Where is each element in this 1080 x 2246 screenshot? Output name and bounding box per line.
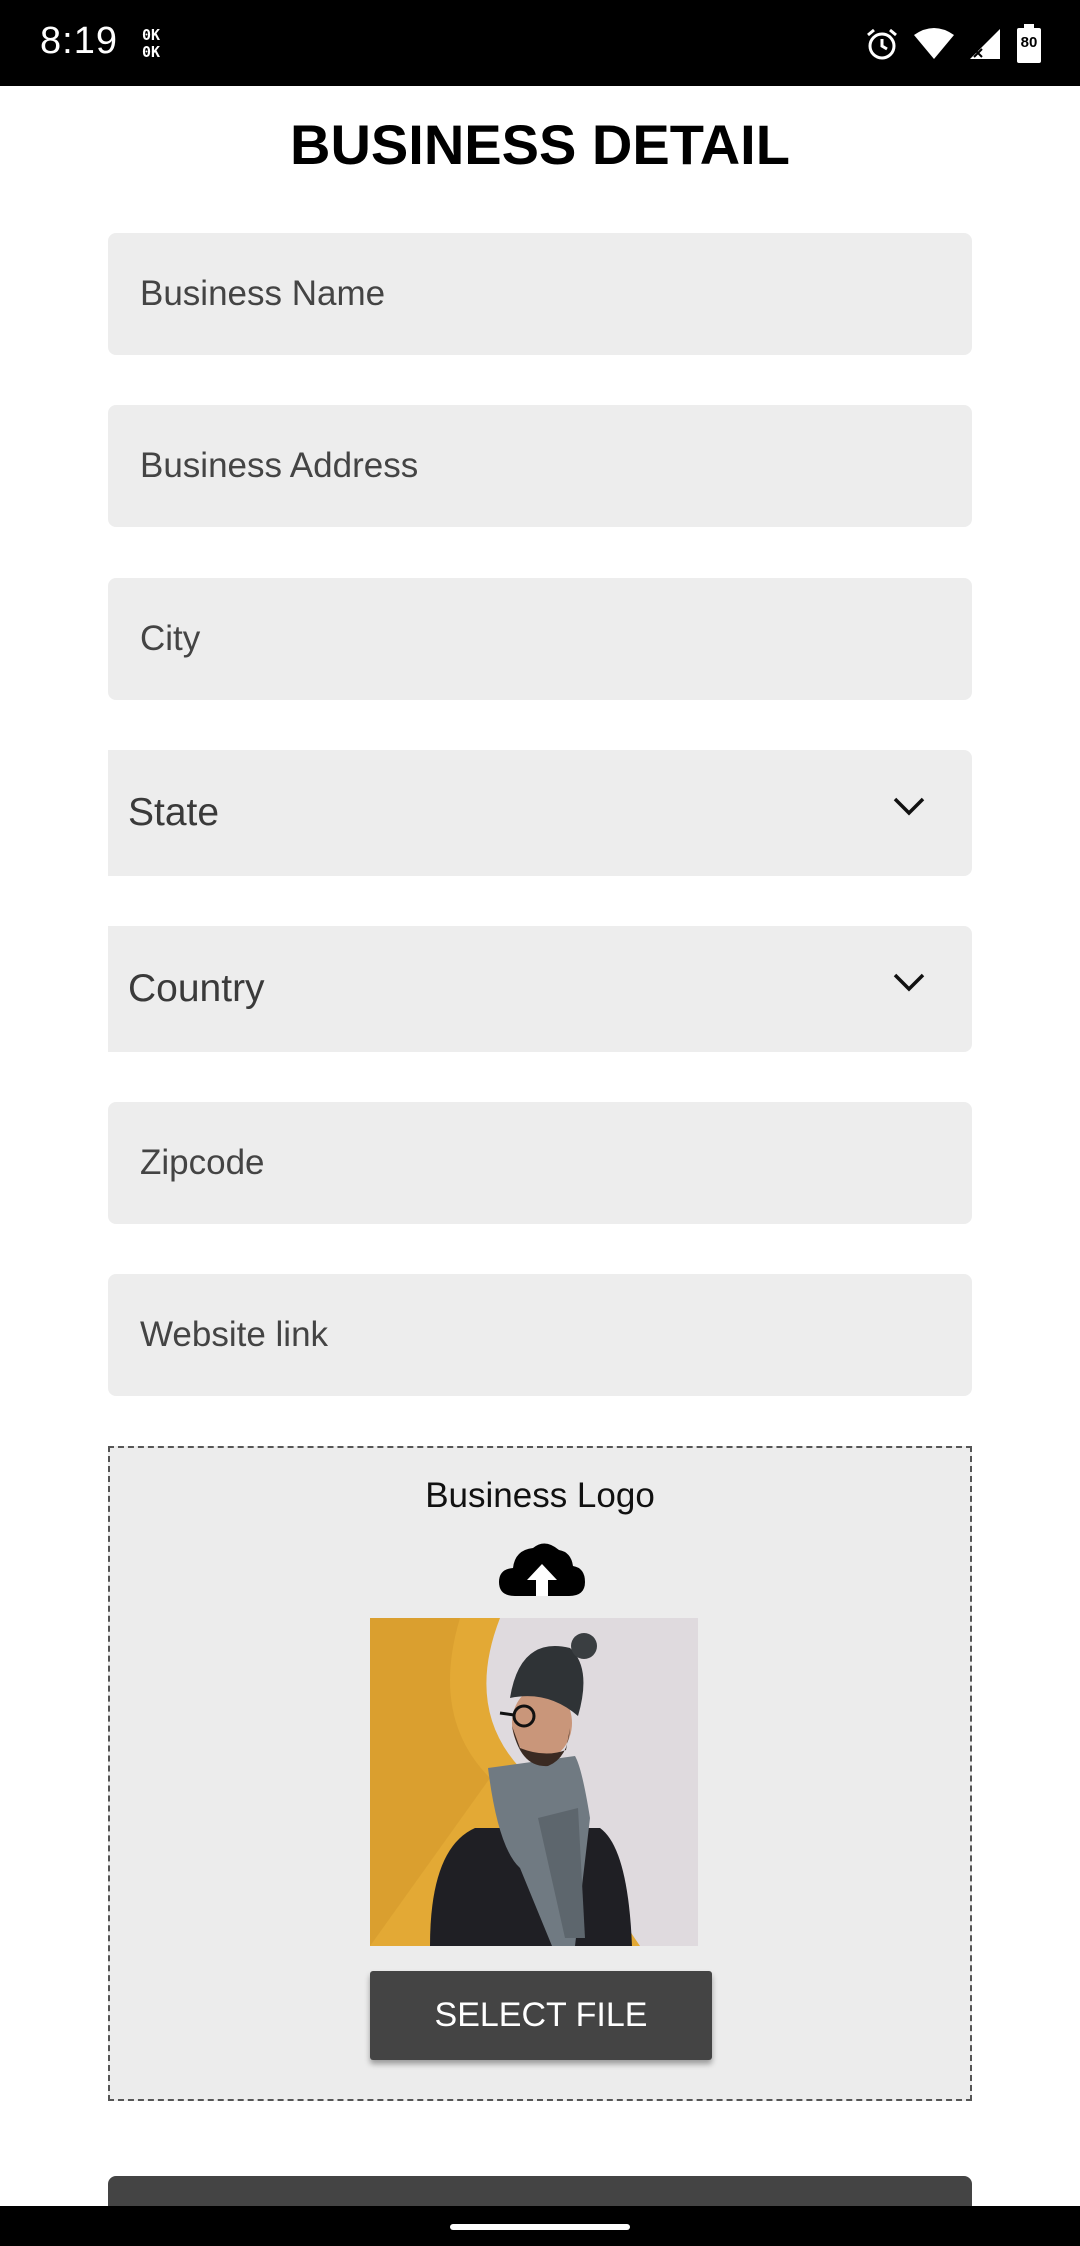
wifi-icon: [914, 28, 954, 59]
country-select[interactable]: Country: [108, 926, 972, 1052]
zipcode-field[interactable]: Zipcode: [108, 1102, 972, 1224]
select-file-button[interactable]: SELECT FILE: [370, 1971, 712, 2060]
cloud-upload-icon[interactable]: [497, 1540, 587, 1598]
business-logo-title: Business Logo: [425, 1476, 655, 1515]
notification-icon: 0K 0K: [142, 27, 160, 61]
status-bar: 8:19 0K 0K 80: [0, 0, 1080, 86]
battery-level: 80: [1020, 34, 1038, 51]
business-address-placeholder: Business Address: [140, 446, 419, 485]
notification-line-1: 0K: [142, 26, 161, 44]
notification-line-2: 0K: [142, 43, 161, 61]
city-field[interactable]: City: [108, 578, 972, 700]
state-select[interactable]: State: [108, 750, 972, 876]
alarm-icon: [867, 28, 897, 60]
business-name-placeholder: Business Name: [140, 274, 386, 313]
navigation-bar: [0, 2206, 1080, 2246]
chevron-down-icon: [893, 797, 925, 816]
business-address-field[interactable]: Business Address: [108, 405, 972, 527]
website-link-placeholder: Website link: [140, 1315, 329, 1354]
business-logo-upload[interactable]: Business Logo SELECT FILE: [108, 1446, 972, 2101]
city-placeholder: City: [140, 619, 201, 658]
zipcode-placeholder: Zipcode: [140, 1143, 265, 1182]
page-title: BUSINESS DETAIL: [290, 113, 790, 176]
website-link-field[interactable]: Website link: [108, 1274, 972, 1396]
status-time: 8:19: [40, 20, 118, 62]
home-gesture-handle[interactable]: [450, 2224, 630, 2230]
status-icons: 80: [864, 22, 1042, 66]
chevron-down-icon: [893, 973, 925, 992]
state-selected-value: State: [128, 791, 220, 834]
business-name-field[interactable]: Business Name: [108, 233, 972, 355]
battery-icon: 80: [1016, 24, 1042, 64]
signal-icon: [970, 29, 1000, 59]
country-selected-value: Country: [128, 967, 265, 1010]
logo-preview-image: [370, 1618, 698, 1946]
